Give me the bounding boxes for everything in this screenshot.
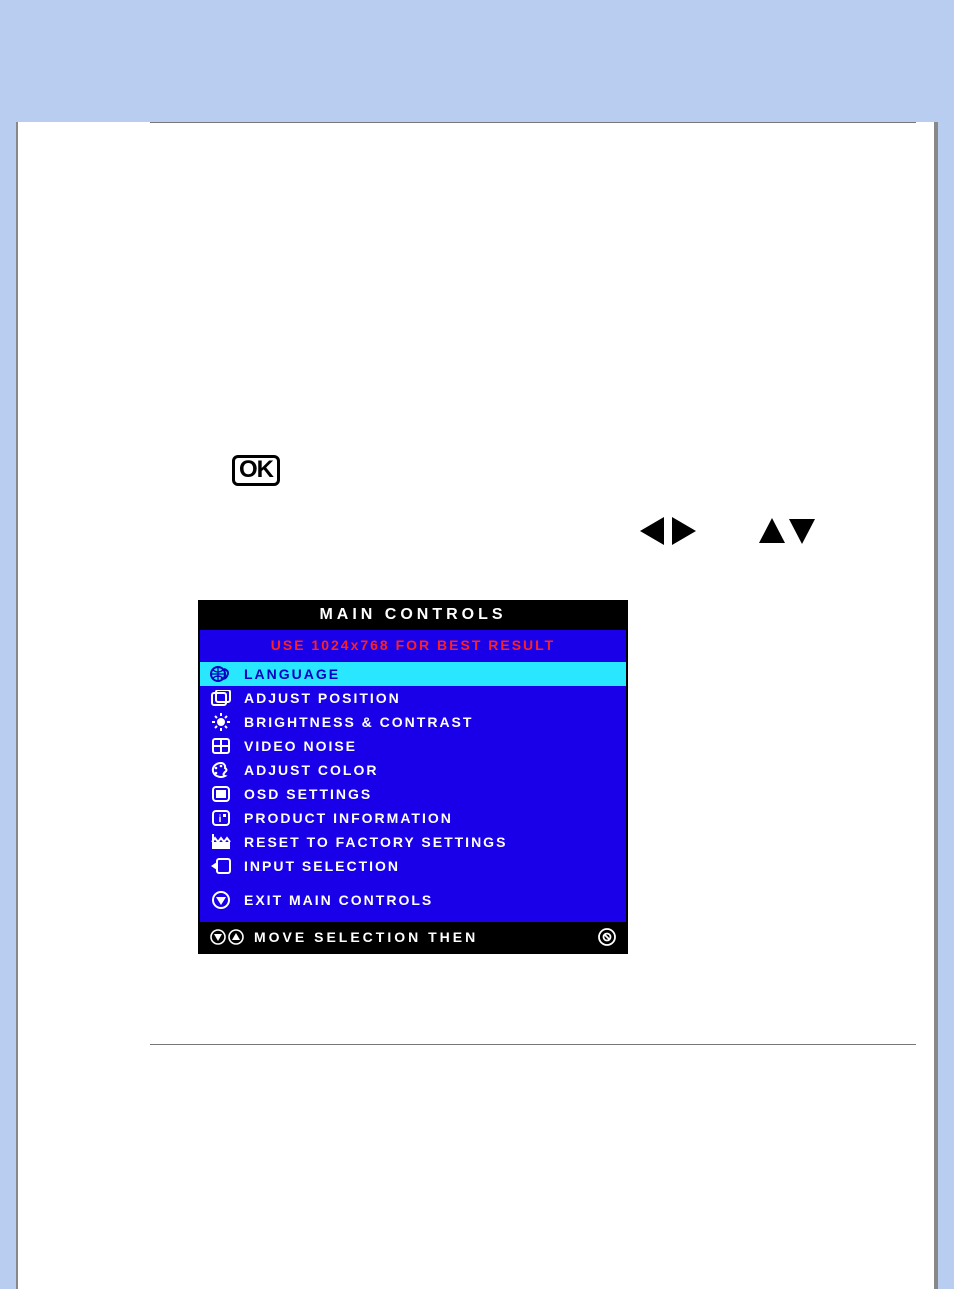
language-icon (210, 665, 232, 683)
osd-item-product-information[interactable]: i PRODUCT INFORMATION (200, 806, 626, 830)
document-page: OK MAIN CONTROLS USE 1024x768 FOR BE (16, 122, 938, 1289)
osd-item-label: RESET TO FACTORY SETTINGS (244, 834, 507, 850)
osd-item-label: OSD SETTINGS (244, 786, 372, 802)
osd-item-label: ADJUST POSITION (244, 690, 401, 706)
osd-item-label: BRIGHTNESS & CONTRAST (244, 714, 473, 730)
ok-label: OK (232, 455, 280, 486)
osd-item-adjust-color[interactable]: ADJUST COLOR (200, 758, 626, 782)
osd-item-label: EXIT MAIN CONTROLS (244, 892, 433, 908)
ok-button-graphic: OK (150, 123, 916, 486)
osd-panel: MAIN CONTROLS USE 1024x768 FOR BEST RESU… (198, 600, 628, 954)
screen-icon (210, 785, 232, 803)
osd-item-label: INPUT SELECTION (244, 858, 400, 874)
up-down-arrows-icon (758, 517, 816, 545)
osd-resolution-hint: USE 1024x768 FOR BEST RESULT (200, 630, 626, 662)
osd-item-label: PRODUCT INFORMATION (244, 810, 453, 826)
osd-item-osd-settings[interactable]: OSD SETTINGS (200, 782, 626, 806)
up-circle-icon (228, 929, 244, 945)
osd-item-label: LANGUAGE (244, 666, 340, 682)
position-icon (210, 689, 232, 707)
osd-item-input-selection[interactable]: INPUT SELECTION (200, 854, 626, 878)
osd-title: MAIN CONTROLS (200, 602, 626, 630)
divider-bottom (150, 1044, 916, 1045)
osd-screenshot: MAIN CONTROLS USE 1024x768 FOR BEST RESU… (198, 600, 916, 954)
osd-spacer (200, 878, 626, 888)
osd-body: USE 1024x768 FOR BEST RESULT LANGUAGE (200, 630, 626, 922)
input-icon (210, 857, 232, 875)
palette-icon (210, 761, 232, 779)
grid-icon (210, 737, 232, 755)
osd-item-brightness-contrast[interactable]: BRIGHTNESS & CONTRAST (200, 710, 626, 734)
osd-item-label: ADJUST COLOR (244, 762, 378, 778)
osd-item-video-noise[interactable]: VIDEO NOISE (200, 734, 626, 758)
exit-icon (210, 891, 232, 909)
factory-icon (210, 833, 232, 851)
svg-text:i: i (219, 814, 224, 825)
ok-circle-icon (598, 928, 616, 946)
document-content: OK MAIN CONTROLS USE 1024x768 FOR BE (150, 122, 916, 1045)
down-circle-icon (210, 929, 226, 945)
arrows-row (150, 516, 916, 546)
info-icon: i (210, 809, 232, 827)
osd-item-label: VIDEO NOISE (244, 738, 357, 754)
osd-item-language[interactable]: LANGUAGE (200, 662, 626, 686)
osd-spacer-2 (200, 912, 626, 922)
osd-footer: MOVE SELECTION THEN (200, 922, 626, 952)
osd-item-reset-factory[interactable]: RESET TO FACTORY SETTINGS (200, 830, 626, 854)
sun-icon (210, 713, 232, 731)
osd-footer-text: MOVE SELECTION THEN (254, 929, 478, 945)
footer-nav-icons (210, 929, 244, 945)
osd-item-exit[interactable]: EXIT MAIN CONTROLS (200, 888, 626, 912)
left-right-arrows-icon (640, 516, 696, 546)
osd-item-adjust-position[interactable]: ADJUST POSITION (200, 686, 626, 710)
